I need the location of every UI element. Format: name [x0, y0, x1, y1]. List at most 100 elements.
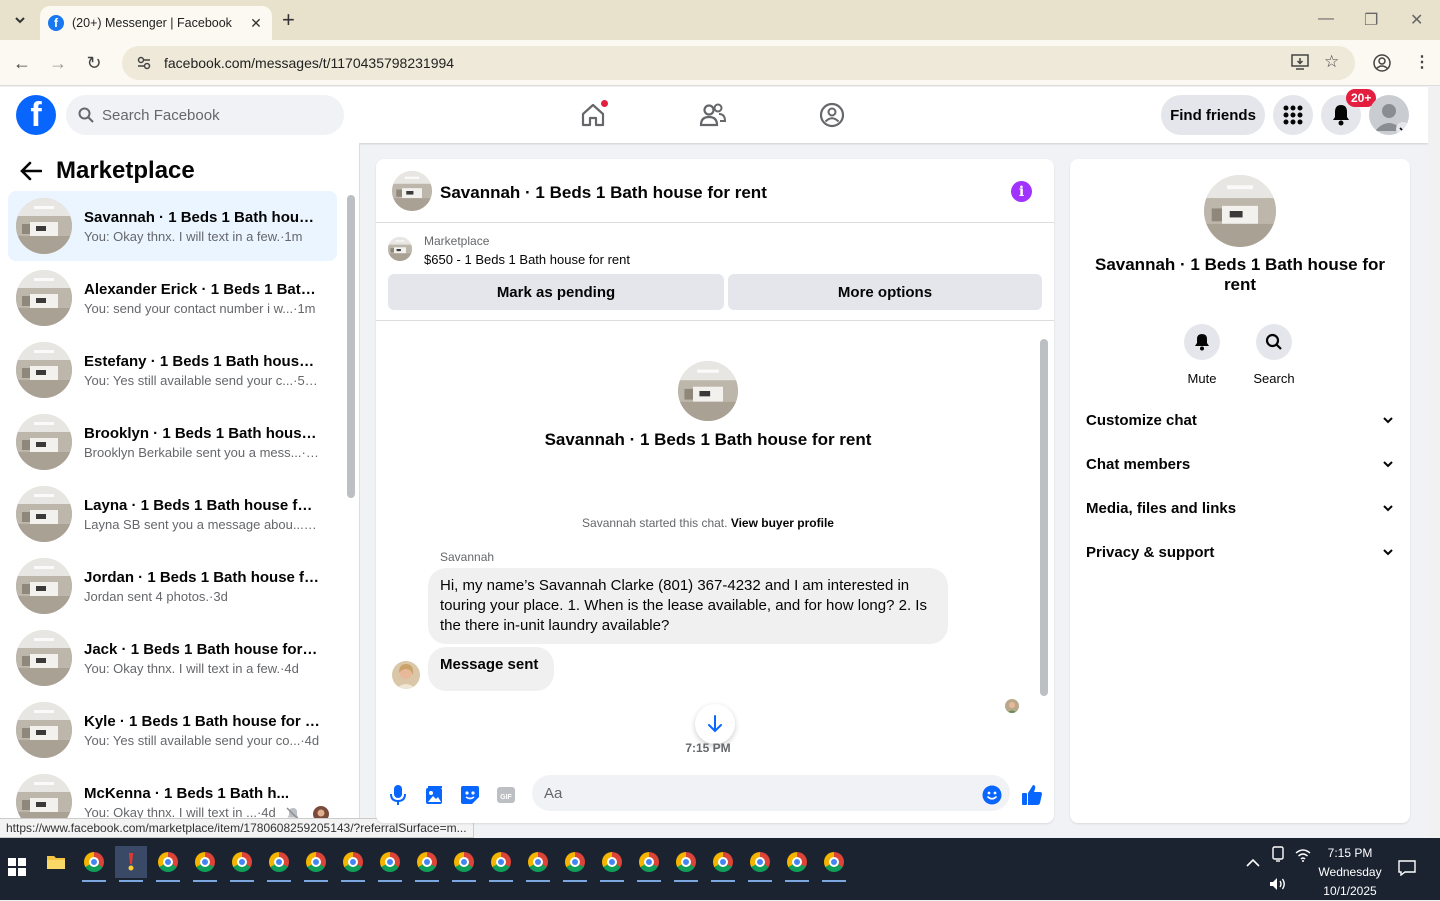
back-icon[interactable]: ←: [12, 53, 32, 73]
details-section-chat-members[interactable]: Chat members: [1086, 449, 1394, 479]
forward-icon[interactable]: →: [48, 53, 68, 73]
conversation-time: 1m: [284, 228, 303, 244]
chrome-taskbar-icon[interactable]: [411, 846, 443, 882]
clock-time: 7:15 PM: [1327, 846, 1373, 860]
system-clock[interactable]: 7:15 PM Wednesday 10/1/2025: [1310, 844, 1390, 901]
chrome-taskbar-icon[interactable]: [485, 846, 517, 882]
network-icon[interactable]: [1295, 848, 1311, 862]
chrome-taskbar-icon[interactable]: [226, 846, 258, 882]
close-window-icon[interactable]: ✕: [1410, 10, 1423, 30]
page-scrollbar[interactable]: [1428, 87, 1440, 837]
conversation-item[interactable]: Savannah · 1 Beds 1 Bath house f... You: …: [8, 191, 337, 261]
search-in-chat-button[interactable]: Search: [1244, 324, 1304, 386]
chat-scrollbar[interactable]: [1040, 339, 1048, 696]
chrome-taskbar-icon[interactable]: [744, 846, 776, 882]
sidebar-scrollbar[interactable]: [347, 195, 355, 498]
conversation-preview: Jordan sent 4 photos.·3d: [84, 589, 320, 604]
reload-icon[interactable]: ↻: [84, 53, 104, 73]
details-avatar[interactable]: [1204, 175, 1276, 247]
chrome-taskbar-icon[interactable]: [78, 846, 110, 882]
details-section-privacy-support[interactable]: Privacy & support: [1086, 537, 1394, 567]
menu-grid-icon[interactable]: [1273, 95, 1313, 135]
home-nav-icon[interactable]: [573, 97, 613, 133]
conversation-item[interactable]: Jack · 1 Beds 1 Bath house for rent You: …: [8, 623, 337, 693]
conversation-item[interactable]: Jordan · 1 Beds 1 Bath house for ... Jord…: [8, 551, 337, 621]
file-explorer-icon[interactable]: [40, 846, 72, 878]
more-options-button[interactable]: More options: [728, 274, 1042, 310]
restore-icon[interactable]: ❐: [1364, 10, 1378, 30]
message-bubble[interactable]: Message sent: [428, 647, 555, 691]
browser-menu-icon[interactable]: ⋮: [1414, 52, 1430, 72]
sender-avatar[interactable]: [392, 661, 420, 689]
arrow-down-icon: [708, 715, 722, 733]
chrome-taskbar-icon[interactable]: [448, 846, 480, 882]
details-section-media-files-and-links[interactable]: Media, files and links: [1086, 493, 1394, 523]
tab-search-button[interactable]: [8, 8, 32, 32]
back-arrow-icon[interactable]: [20, 161, 42, 181]
browser-tab[interactable]: f (20+) Messenger | Facebook ✕: [40, 6, 272, 40]
details-section-customize-chat[interactable]: Customize chat: [1086, 405, 1394, 435]
info-icon[interactable]: i: [1011, 181, 1032, 202]
emoji-icon[interactable]: [980, 783, 1004, 807]
conversation-item[interactable]: Brooklyn · 1 Beds 1 Bath house f... Brook…: [8, 407, 337, 477]
microphone-icon[interactable]: [386, 783, 410, 807]
scroll-to-bottom-button[interactable]: [695, 704, 735, 744]
sticker-icon[interactable]: [458, 783, 482, 807]
find-friends-button[interactable]: Find friends: [1161, 95, 1265, 135]
chrome-taskbar-icon[interactable]: [596, 846, 628, 882]
view-buyer-profile-link[interactable]: View buyer profile: [731, 516, 834, 530]
windows-start-icon[interactable]: [8, 858, 26, 876]
device-icon[interactable]: [1271, 846, 1285, 862]
conversation-item[interactable]: Alexander Erick · 1 Beds 1 Bath h... You:…: [8, 263, 337, 333]
friends-nav-icon[interactable]: [693, 97, 733, 133]
chrome-taskbar-icon[interactable]: [633, 846, 665, 882]
chrome-taskbar-icon[interactable]: [522, 846, 554, 882]
chrome-taskbar-icon[interactable]: [818, 846, 850, 882]
chrome-taskbar-icon[interactable]: [559, 846, 591, 882]
new-tab-button[interactable]: +: [282, 9, 295, 31]
install-app-icon[interactable]: [1291, 54, 1309, 70]
volume-icon[interactable]: [1269, 877, 1287, 891]
chrome-taskbar-icon[interactable]: [707, 846, 739, 882]
pinned-app-icon[interactable]: [115, 846, 147, 882]
chat-intro-title: Savannah · 1 Beds 1 Bath house for rent: [544, 430, 872, 449]
bookmark-star-icon[interactable]: ☆: [1324, 52, 1339, 72]
listing-thumbnail: [388, 237, 412, 261]
conversation-item[interactable]: Estefany · 1 Beds 1 Bath house fo... You:…: [8, 335, 337, 405]
facebook-search-input[interactable]: Search Facebook: [66, 95, 344, 135]
facebook-logo-icon[interactable]: f: [16, 95, 56, 135]
groups-nav-icon[interactable]: [812, 97, 852, 133]
message-input[interactable]: Aa: [532, 775, 1010, 811]
chrome-taskbar-icon[interactable]: [374, 846, 406, 882]
conversation-avatar: [16, 342, 72, 398]
tab-close-icon[interactable]: ✕: [248, 15, 264, 32]
chrome-taskbar-icon[interactable]: [189, 846, 221, 882]
address-bar[interactable]: facebook.com/messages/t/1170435798231994: [122, 46, 1355, 80]
chrome-taskbar-icon[interactable]: [300, 846, 332, 882]
show-hidden-icons-icon[interactable]: [1246, 858, 1260, 868]
minimize-icon[interactable]: —: [1318, 10, 1334, 28]
conversation-preview: You: Okay thnx. I will text in a few.·1m: [84, 229, 320, 244]
chat-title[interactable]: Savannah · 1 Beds 1 Bath house for rent: [440, 183, 767, 203]
chrome-taskbar-icon[interactable]: [263, 846, 295, 882]
account-avatar[interactable]: [1369, 95, 1409, 135]
message-bubble[interactable]: Hi, my name’s Savannah Clarke (801) 367-…: [428, 568, 948, 644]
chrome-taskbar-icon[interactable]: [337, 846, 369, 882]
gif-icon[interactable]: GIF: [494, 783, 518, 807]
chevron-down-icon: [15, 17, 25, 24]
chat-avatar[interactable]: [392, 171, 432, 211]
notification-center-icon[interactable]: [1398, 860, 1416, 876]
chrome-taskbar-icon[interactable]: [670, 846, 702, 882]
photo-attach-icon[interactable]: [422, 783, 446, 807]
conversation-item[interactable]: Layna · 1 Beds 1 Bath house for r... Layn…: [8, 479, 337, 549]
mute-button[interactable]: Mute: [1172, 324, 1232, 386]
chrome-taskbar-icon[interactable]: [781, 846, 813, 882]
mark-as-pending-button[interactable]: Mark as pending: [388, 274, 724, 310]
conversation-name: Jordan · 1 Beds 1 Bath house for ...: [84, 568, 320, 586]
thumbs-up-icon[interactable]: [1020, 783, 1044, 807]
url-text: facebook.com/messages/t/1170435798231994: [164, 55, 455, 71]
conversation-item[interactable]: Kyle · 1 Beds 1 Bath house for rent You: …: [8, 695, 337, 765]
conversation-separator: ·: [301, 444, 306, 460]
profile-icon[interactable]: [1373, 54, 1391, 72]
chrome-taskbar-icon[interactable]: [152, 846, 184, 882]
